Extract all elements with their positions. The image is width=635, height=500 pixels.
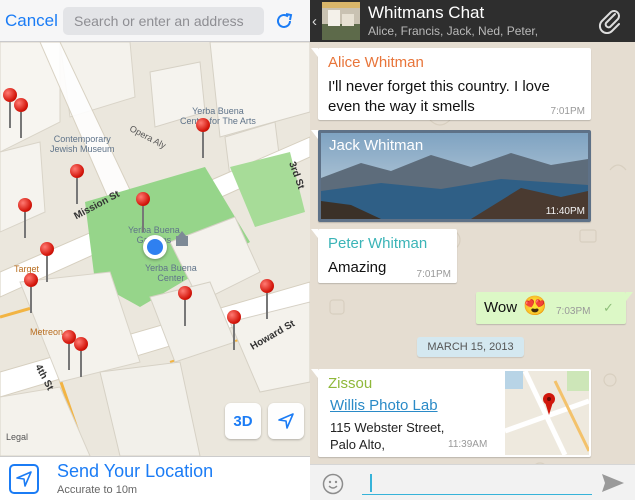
message-composer <box>310 464 635 500</box>
map-pin[interactable] <box>260 279 274 321</box>
image-message-bubble[interactable]: Jack Whitman 11:40PM <box>311 130 591 222</box>
message-text: Amazing <box>328 259 387 276</box>
message-time: 11:39AM <box>448 439 488 450</box>
map-pin[interactable] <box>14 98 28 140</box>
location-message-bubble[interactable]: Zissou Willis Photo Lab 115 Webster Stre… <box>311 369 591 457</box>
map-pin[interactable] <box>24 273 38 315</box>
message-sender: Peter Whitman <box>328 235 428 252</box>
map-pin[interactable] <box>18 198 32 240</box>
send-location-accuracy: Accurate to 10m <box>57 483 138 496</box>
center-label: Yerba Buena Center <box>145 263 197 283</box>
smiley-icon[interactable] <box>322 473 344 500</box>
map-pin[interactable] <box>196 118 210 160</box>
message-bubble[interactable]: Peter Whitman Amazing 7:01PM <box>311 229 457 283</box>
message-time: 11:40PM <box>545 206 585 217</box>
place-link[interactable]: Willis Photo Lab <box>330 397 438 414</box>
message-text: Wow <box>484 299 518 316</box>
map-pin[interactable] <box>227 310 241 352</box>
send-icon[interactable] <box>601 473 625 498</box>
chat-title: Whitmans Chat <box>368 3 485 22</box>
heart-eyes-emoji-icon: 😍 <box>523 296 547 317</box>
map-pin[interactable] <box>178 286 192 328</box>
message-time: 7:01PM <box>550 106 585 117</box>
map-view[interactable]: Contemporary Jewish Museum Yerba Buena Cen… <box>0 42 310 456</box>
message-time: 7:03PM <box>556 306 591 317</box>
map-pin[interactable] <box>136 192 150 234</box>
current-location-dot <box>143 235 167 259</box>
outgoing-message-bubble[interactable]: Wow 😍 7:03PM ✓ <box>476 292 633 324</box>
map-pin[interactable] <box>40 242 54 284</box>
chat-members: Alice, Francis, Jack, Ned, Peter, <box>368 24 539 38</box>
message-sender: Jack Whitman <box>329 137 424 154</box>
3d-button[interactable]: 3D <box>225 403 261 439</box>
arts-center-label: Yerba Buena Center for The Arts <box>180 106 256 126</box>
message-sender: Zissou <box>328 375 373 392</box>
sent-check-icon: ✓ <box>603 300 614 315</box>
cancel-button[interactable]: Cancel <box>0 11 63 31</box>
attach-paperclip-icon[interactable] <box>597 8 623 39</box>
message-bubble[interactable]: Alice Whitman I'll never forget this cou… <box>311 48 591 120</box>
place-address: 115 Webster Street, Palo Alto, <box>330 420 445 452</box>
map-pin[interactable] <box>74 337 88 379</box>
map-screen: Cancel Search or enter an address Contem… <box>0 0 310 500</box>
map-topbar: Cancel Search or enter an address <box>0 0 310 42</box>
map-pin[interactable] <box>70 164 84 206</box>
send-location-title: Send Your Location <box>57 460 214 481</box>
chat-screen: ‹ Whitmans Chat Alice, Francis, Jack, Ne… <box>310 0 635 500</box>
metreon-label: Metreon <box>30 327 64 337</box>
message-input[interactable] <box>362 471 592 495</box>
send-location-button[interactable]: Send Your Location Accurate to 10m <box>0 456 310 500</box>
message-time: 7:01PM <box>416 269 451 280</box>
search-input[interactable]: Search or enter an address <box>63 6 264 35</box>
location-arrow-icon <box>9 463 39 494</box>
message-text: I'll never forget this country. I love e… <box>328 78 550 115</box>
date-divider: MARCH 15, 2013 <box>417 337 524 357</box>
legal-link[interactable]: Legal <box>6 432 28 442</box>
chat-header: ‹ Whitmans Chat Alice, Francis, Jack, Ne… <box>310 0 635 42</box>
museum-label: Contemporary Jewish Museum <box>50 134 115 154</box>
refresh-icon[interactable] <box>264 10 304 32</box>
location-arrow-icon <box>278 413 294 429</box>
location-map-thumbnail[interactable] <box>505 371 589 455</box>
back-chevron-icon[interactable]: ‹ <box>312 13 321 30</box>
tracking-button[interactable] <box>268 403 304 439</box>
group-avatar[interactable] <box>322 2 360 40</box>
message-sender: Alice Whitman <box>328 54 424 71</box>
